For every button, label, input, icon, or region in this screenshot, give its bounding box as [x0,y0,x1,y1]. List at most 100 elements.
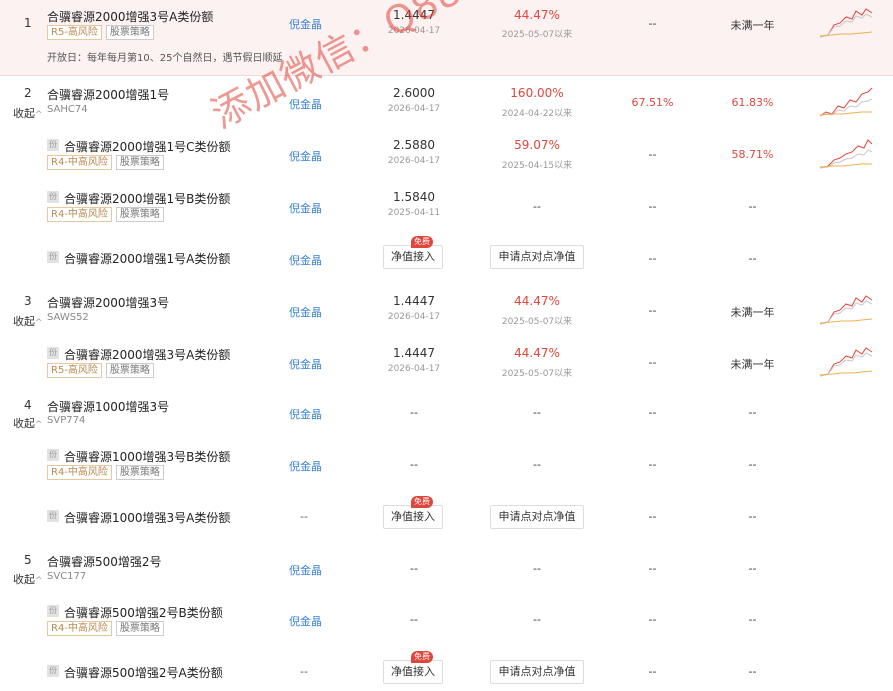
return-since: 2025-05-07以来 [501,317,573,327]
risk-tag: R5-高风险 [47,363,102,378]
share-row-4b[interactable]: 份 合骥睿源1000增强3号B类份额 R4-中高风险 股票策略 倪金晶 -- -… [0,442,893,492]
request-nav-button[interactable]: 申请点对点净值 [490,245,584,269]
return-value: 44.47% [514,8,560,22]
nav-access-button[interactable]: 净值接入 [383,660,443,684]
col7-value: -- [748,665,757,678]
free-badge: 免费 [411,651,433,663]
share-row-2a[interactable]: 份 合骥睿源2000增强1号A类份额 倪金晶 净值接入 免费 申请点对点净值 -… [0,234,893,284]
return-value: 59.07% [514,138,560,152]
caret-up-icon: ^ [35,420,43,430]
trend-sparkline [819,347,873,377]
manager-link[interactable]: 倪金晶 [289,16,322,32]
col6-value: -- [648,562,657,575]
fund-name[interactable]: 合骥睿源2000增强1号 [47,86,169,103]
collapse-toggle[interactable]: 收起^ [13,313,43,329]
return-value: -- [533,406,541,419]
fund-name[interactable]: 合骥睿源2000增强1号A类份额 [64,250,230,267]
manager-link[interactable]: 倪金晶 [289,200,322,216]
collapse-label: 收起 [13,417,35,430]
manager-link[interactable]: 倪金晶 [289,148,322,164]
share-row-2c[interactable]: 份 合骥睿源2000增强1号C类份额 R4-中高风险 股票策略 倪金晶 2.58… [0,130,893,180]
caret-up-icon: ^ [35,318,43,328]
return-value: 44.47% [514,294,560,308]
fund-name[interactable]: 合骥睿源500增强2号A类份额 [64,664,223,681]
manager-link[interactable]: 倪金晶 [289,96,322,112]
tag-group: R4-中高风险 股票策略 [47,621,164,636]
row-index: 4 [24,398,32,412]
collapse-toggle[interactable]: 收起^ [13,415,43,431]
share-row-2b[interactable]: 份 合骥睿源2000增强1号B类份额 R4-中高风险 股票策略 倪金晶 1.58… [0,182,893,232]
fund-name[interactable]: 合骥睿源2000增强1号B类份额 [64,190,230,207]
share-row-5a[interactable]: 份 合骥睿源500增强2号A类份额 -- 净值接入 免费 申请点对点净值 -- … [0,650,893,691]
trend-sparkline [819,87,873,117]
manager-link[interactable]: 倪金晶 [289,458,322,474]
share-row-5b[interactable]: 份 合骥睿源500增强2号B类份额 R4-中高风险 股票策略 倪金晶 -- --… [0,598,893,648]
nav-value: 1.4447 [393,346,435,360]
fund-row-1[interactable]: 1 合骥睿源2000增强3号A类份额 R5-高风险 股票策略 开放日：每年每月第… [0,0,893,76]
fund-name[interactable]: 合骥睿源2000增强3号A类份额 [47,8,213,25]
manager-link[interactable]: 倪金晶 [289,613,322,629]
fund-row-5[interactable]: 5 收起^ 合骥睿源500增强2号 SVC177 倪金晶 -- -- -- -- [0,546,893,596]
col7-value: -- [748,252,757,265]
share-class-icon: 份 [47,139,59,151]
nav-value: 2.6000 [393,86,435,100]
manager-link[interactable]: 倪金晶 [289,356,322,372]
fund-name[interactable]: 合骥睿源1000增强3号 [47,398,169,415]
tag-group: R4-中高风险 股票策略 [47,155,164,170]
fund-name[interactable]: 合骥睿源500增强2号 [47,553,162,570]
col7-value: -- [748,406,757,419]
nav-access-button[interactable]: 净值接入 [383,505,443,529]
strategy-tag: 股票策略 [115,207,164,222]
fund-name[interactable]: 合骥睿源1000增强3号A类份额 [64,509,230,526]
collapse-toggle[interactable]: 收起^ [13,105,43,121]
collapse-label: 收起 [13,107,35,120]
col6-value: -- [648,458,657,471]
manager-link[interactable]: 倪金晶 [289,562,322,578]
row-index: 1 [24,16,32,30]
col7-value: -- [748,613,757,626]
col7-value: 未满一年 [730,358,775,371]
manager-link[interactable]: 倪金晶 [289,252,322,268]
risk-tag: R4-中高风险 [47,621,112,636]
request-nav-button[interactable]: 申请点对点净值 [490,505,584,529]
free-badge: 免费 [411,236,433,248]
nav-value: 1.4447 [393,8,435,22]
fund-name[interactable]: 合骥睿源2000增强1号C类份额 [64,138,231,155]
col6-value: -- [648,510,657,523]
share-row-4a[interactable]: 份 合骥睿源1000增强3号A类份额 -- 净值接入 免费 申请点对点净值 --… [0,494,893,544]
fund-name[interactable]: 合骥睿源500增强2号B类份额 [64,604,223,621]
collapse-toggle[interactable]: 收起^ [13,571,43,587]
manager-link[interactable]: 倪金晶 [289,304,322,320]
col7-value: -- [748,510,757,523]
share-row-3a[interactable]: 份 合骥睿源2000增强3号A类份额 R5-高风险 股票策略 倪金晶 1.444… [0,338,893,388]
strategy-tag: 股票策略 [105,25,154,40]
return-value: -- [533,613,541,626]
manager-value: -- [300,665,308,678]
caret-up-icon: ^ [35,576,43,586]
fund-name[interactable]: 合骥睿源1000增强3号B类份额 [64,448,230,465]
open-day-note: 开放日：每年每月第10、25个自然日，遇节假日顺延 [47,53,283,64]
fund-row-4[interactable]: 4 收起^ 合骥睿源1000增强3号 SVP774 倪金晶 -- -- -- -… [0,390,893,440]
trend-sparkline [819,139,873,169]
nav-value: -- [410,458,418,471]
nav-value: 1.4447 [393,294,435,308]
col7-value: -- [748,562,757,575]
manager-value: -- [300,510,308,523]
nav-access-button[interactable]: 净值接入 [383,245,443,269]
fund-row-3[interactable]: 3 收起^ 合骥睿源2000增强3号 SAWS52 倪金晶 1.4447 202… [0,286,893,336]
col6-value: -- [648,613,657,626]
col6-value: -- [648,665,657,678]
fund-name[interactable]: 合骥睿源2000增强3号 [47,294,169,311]
row-index: 2 [24,86,32,100]
nav-date: 2025-04-11 [387,208,441,218]
fund-name[interactable]: 合骥睿源2000增强3号A类份额 [64,346,230,363]
nav-value: -- [410,562,418,575]
strategy-tag: 股票策略 [105,363,154,378]
return-since: 2025-05-07以来 [501,369,573,379]
fund-row-2[interactable]: 2 收起^ 合骥睿源2000增强1号 SAHC74 倪金晶 2.6000 202… [0,78,893,128]
manager-link[interactable]: 倪金晶 [289,406,322,422]
nav-date: 2026-04-17 [387,312,441,322]
request-nav-button[interactable]: 申请点对点净值 [490,660,584,684]
col6-value: 67.51% [631,96,674,109]
col6-value: -- [648,356,657,369]
